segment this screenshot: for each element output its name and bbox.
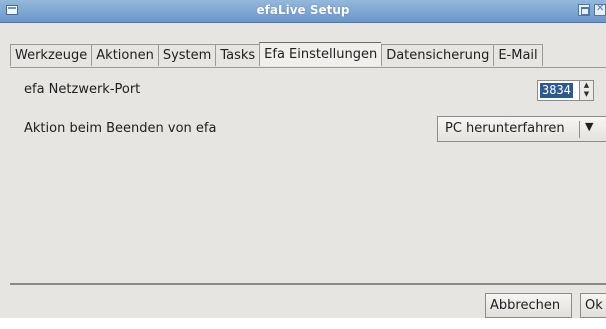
tab-efa-einstellungen[interactable]: Efa Einstellungen [259, 42, 382, 66]
tab-panel-border [10, 67, 606, 68]
window-title: efaLive Setup [256, 3, 350, 17]
setup-window: efaLive Setup Werkzeuge Aktionen System … [0, 0, 606, 318]
port-label: efa Netzwerk-Port [24, 82, 141, 97]
close-icon[interactable] [594, 3, 606, 16]
tab-e-mail[interactable]: E-Mail [493, 44, 543, 66]
tab-bar: Werkzeuge Aktionen System Tasks Efa Eins… [10, 42, 543, 67]
port-spinner[interactable]: 3834 ▲ ▼ [537, 80, 594, 101]
exit-action-label: Aktion beim Beenden von efa [24, 121, 217, 136]
tab-tasks[interactable]: Tasks [215, 44, 260, 66]
title-bar[interactable]: efaLive Setup [0, 0, 606, 23]
exit-action-value: PC herunterfahren [445, 121, 565, 136]
dropdown-separator [579, 121, 580, 138]
tab-aktionen[interactable]: Aktionen [91, 44, 158, 66]
footer-divider [10, 283, 606, 285]
maximize-icon[interactable] [578, 4, 590, 16]
exit-action-dropdown[interactable]: PC herunterfahren ▼ [437, 116, 606, 142]
port-value[interactable]: 3834 [540, 83, 573, 98]
cancel-button[interactable]: Abbrechen [485, 293, 572, 318]
tab-werkzeuge[interactable]: Werkzeuge [10, 44, 92, 66]
spinner-arrows-icon[interactable]: ▲ ▼ [579, 81, 593, 100]
tab-datensicherung[interactable]: Datensicherung [381, 44, 494, 66]
tab-system[interactable]: System [157, 44, 216, 66]
chevron-down-icon[interactable]: ▼ [585, 120, 593, 133]
ok-button[interactable]: Ok [580, 293, 606, 318]
